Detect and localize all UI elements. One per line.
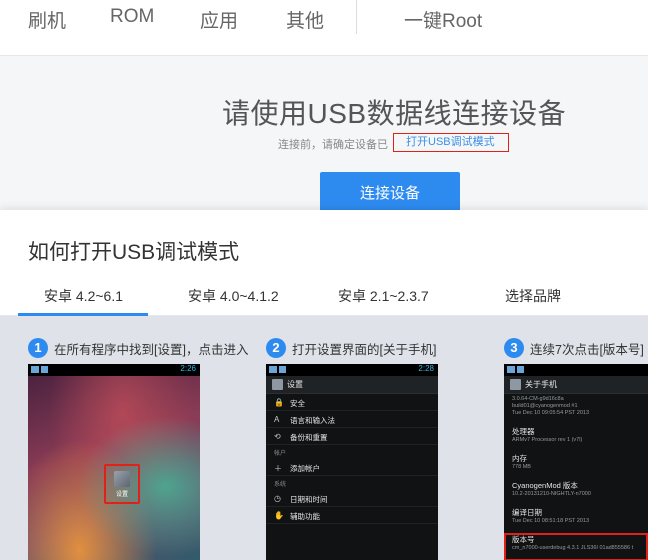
status-bar: 2:26 — [28, 364, 200, 376]
about-entry-cm-version: CyanogenMod 版本 10.2-20131210-NIGHTLY-n70… — [504, 479, 648, 500]
category-accounts: 帐户 — [266, 445, 438, 459]
kernel-line: Tue Dec 10 09:05:54 PST 2013 — [512, 410, 590, 416]
category-label: 帐户 — [274, 451, 287, 457]
nav-item-one-click-root[interactable]: 一键Root — [404, 6, 482, 33]
android-icon — [41, 366, 48, 373]
status-time: 2:28 — [418, 364, 434, 373]
entry-title: CyanogenMod 版本 — [512, 481, 578, 490]
entry-title: 编译日期 — [512, 508, 542, 517]
hero-title: 请使用USB数据线连接设备 — [222, 98, 567, 129]
status-time: 2:26 — [180, 364, 196, 373]
step-3-text: 连续7次点击[版本号] — [530, 342, 644, 357]
row-label: 添加帐户 — [290, 464, 320, 473]
settings-row-security: 🔒 安全 — [266, 394, 438, 411]
row-label: 备份和重置 — [290, 433, 328, 442]
row-label: 日期和时间 — [290, 495, 328, 504]
category-system: 系统 — [266, 476, 438, 490]
entry-title: 处理器 — [512, 427, 535, 436]
tab-android-4-2[interactable]: 安卓 4.2~6.1 — [44, 286, 123, 306]
about-entry-processor: 处理器 ARMv7 Processor rev 1 (v7l) — [504, 425, 648, 446]
step-2-number: 2 — [266, 338, 286, 358]
step-3-heading: 3 连续7次点击[版本号] — [504, 338, 644, 358]
about-action-bar: 关于手机 — [504, 376, 648, 394]
phone-screenshot-settings: 2:28 设置 🔒 安全 A 语言和输入法 ⟲ 备份和重置 帐户 ＋ 添加帐户 … — [266, 364, 438, 560]
nav-divider — [356, 0, 357, 34]
tab-select-brand[interactable]: 选择品牌 — [505, 286, 561, 306]
status-bar — [504, 364, 648, 376]
row-label: 语言和输入法 — [290, 416, 335, 425]
android-version-tabs: 安卓 4.2~6.1 安卓 4.0~4.1.2 安卓 2.1~2.3.7 选择品… — [0, 276, 648, 316]
category-label: 系统 — [274, 482, 287, 488]
entry-title: 内存 — [512, 454, 527, 463]
phone-screenshot-home: 2:26 设置 — [28, 364, 200, 560]
settings-row-accessibility: ✋ 辅助功能 — [266, 507, 438, 524]
clock-icon: ◷ — [274, 494, 281, 503]
language-icon: A — [274, 415, 280, 424]
settings-header: 设置 — [287, 380, 303, 389]
usb-debug-guide-panel: 如何打开USB调试模式 安卓 4.2~6.1 安卓 4.0~4.1.2 安卓 2… — [0, 210, 648, 560]
about-entry-memory: 内存 778 MB — [504, 452, 648, 473]
kernel-line: 3.0.64-CM-g9d16c8a — [512, 396, 564, 402]
row-label: 安全 — [290, 399, 305, 408]
settings-row-add-account: ＋ 添加帐户 — [266, 459, 438, 476]
android-icon — [279, 366, 286, 373]
hero-subtitle: 连接前，请确定设备已 — [278, 139, 388, 151]
kernel-info: 3.0.64-CM-g9d16c8a build01@cyanogenmod #… — [504, 394, 648, 419]
guide-title: 如何打开USB调试模式 — [28, 241, 240, 264]
connect-hero: 请使用USB数据线连接设备 连接前，请确定设备已 打开USB调试模式 连接设备 — [0, 56, 648, 216]
status-bar: 2:28 — [266, 364, 438, 376]
usb-debug-link[interactable]: 打开USB调试模式 — [393, 133, 509, 152]
tab-android-2-1[interactable]: 安卓 2.1~2.3.7 — [338, 286, 429, 306]
settings-row-backup: ⟲ 备份和重置 — [266, 428, 438, 445]
entry-value: 778 MB — [512, 464, 531, 470]
entry-value: Tue Dec 10 08:51:18 PST 2013 — [512, 518, 590, 524]
build-number-highlight — [504, 533, 648, 560]
step-3-number: 3 — [504, 338, 524, 358]
notification-icon — [269, 366, 277, 373]
nav-item-other[interactable]: 其他 — [286, 6, 324, 33]
plus-icon: ＋ — [274, 464, 282, 473]
phone-screenshot-about: 关于手机 3.0.64-CM-g9d16c8a build01@cyanogen… — [504, 364, 648, 560]
row-label: 辅助功能 — [290, 512, 320, 521]
nav-item-apps[interactable]: 应用 — [200, 6, 238, 33]
step-2-text: 打开设置界面的[关于手机] — [292, 342, 437, 357]
about-entry-build-date: 编译日期 Tue Dec 10 08:51:18 PST 2013 — [504, 506, 648, 527]
android-icon — [517, 366, 524, 373]
steps-area: 1 在所有程序中找到[设置]，点击进入 2 打开设置界面的[关于手机] 3 连续… — [0, 316, 648, 560]
about-header: 关于手机 — [525, 380, 557, 389]
hand-icon: ✋ — [274, 511, 284, 520]
settings-icon — [272, 379, 283, 390]
settings-app-highlight: 设置 — [104, 464, 140, 504]
settings-row-datetime: ◷ 日期和时间 — [266, 490, 438, 507]
step-1-text: 在所有程序中找到[设置]，点击进入 — [54, 342, 249, 357]
lock-icon: 🔒 — [274, 398, 284, 407]
settings-app-label: 设置 — [115, 492, 128, 498]
step-1-heading: 1 在所有程序中找到[设置]，点击进入 — [28, 338, 248, 358]
notification-icon — [31, 366, 39, 373]
settings-action-bar: 设置 — [266, 376, 438, 394]
step-2-heading: 2 打开设置界面的[关于手机] — [266, 338, 436, 358]
notification-icon — [507, 366, 515, 373]
backup-icon: ⟲ — [274, 432, 281, 441]
top-nav: 刷机 ROM 应用 其他 一键Root — [0, 0, 648, 56]
settings-icon — [510, 379, 521, 390]
nav-item-rom[interactable]: ROM — [110, 6, 154, 28]
step-1-number: 1 — [28, 338, 48, 358]
tab-android-4-0[interactable]: 安卓 4.0~4.1.2 — [188, 286, 279, 306]
entry-value: ARMv7 Processor rev 1 (v7l) — [512, 437, 583, 443]
entry-value: 10.2-20131210-NIGHTLY-n7000 — [512, 491, 591, 497]
kernel-line: build01@cyanogenmod #1 — [512, 403, 578, 409]
settings-row-language: A 语言和输入法 — [266, 411, 438, 428]
settings-app-icon — [114, 471, 130, 487]
nav-item-flash[interactable]: 刷机 — [28, 6, 66, 33]
